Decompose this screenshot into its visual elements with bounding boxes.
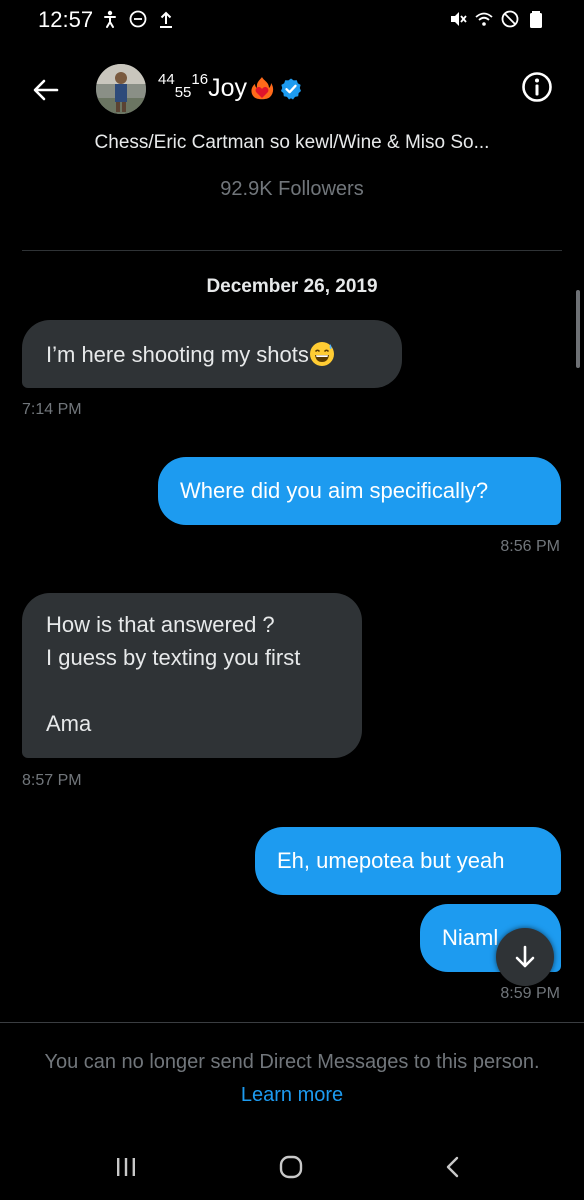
- back-nav-button[interactable]: [434, 1150, 474, 1184]
- message-timestamp: 7:14 PM: [22, 401, 82, 418]
- notice-text: You can no longer send Direct Messages t…: [44, 1051, 540, 1073]
- profile-bio: Chess/Eric Cartman so kewl/Wine & Miso S…: [94, 132, 490, 153]
- scroll-to-bottom-button[interactable]: [496, 928, 554, 986]
- blocked-icon: [501, 10, 519, 28]
- dm-restricted-notice: You can no longer send Direct Messages t…: [40, 1046, 544, 1112]
- conversation-info-button[interactable]: [520, 70, 554, 104]
- heart-on-fire-icon: [251, 76, 274, 99]
- name-part: 55: [174, 84, 192, 101]
- learn-more-link[interactable]: Learn more: [241, 1084, 343, 1106]
- message-bubble-incoming[interactable]: I’m here shooting my shots: [22, 320, 402, 388]
- dnd-icon: [129, 10, 147, 28]
- name-part: 16: [191, 71, 209, 88]
- arrow-down-icon: [515, 945, 535, 968]
- divider: [0, 1022, 584, 1023]
- scrollbar[interactable]: [576, 290, 580, 368]
- info-icon: [522, 72, 552, 102]
- status-bar: 12:57: [0, 0, 584, 40]
- recent-apps-icon: [117, 1158, 135, 1176]
- system-navigation-bar: [0, 1130, 584, 1200]
- upload-icon: [160, 11, 172, 28]
- arrow-left-icon: [33, 79, 59, 101]
- back-button[interactable]: [28, 72, 64, 108]
- grin-sweat-emoji: [309, 342, 334, 366]
- message-text: Where did you aim specifically?: [180, 478, 489, 503]
- message-timestamp: 8:57 PM: [22, 772, 82, 789]
- message-timestamp: 8:56 PM: [500, 538, 560, 555]
- divider: [22, 250, 562, 251]
- status-time: 12:57: [38, 7, 94, 32]
- name-part: Joy: [208, 74, 247, 102]
- message-text: I’m here shooting my shots: [46, 342, 309, 367]
- message-text: How is that answered ? I guess by textin…: [46, 612, 301, 736]
- avatar[interactable]: [96, 64, 146, 114]
- message-bubble-incoming[interactable]: How is that answered ? I guess by textin…: [22, 593, 362, 758]
- home-button[interactable]: [271, 1150, 311, 1184]
- wifi-icon: [475, 12, 493, 26]
- recent-apps-button[interactable]: [106, 1150, 146, 1184]
- message-bubble-outgoing[interactable]: Eh, umepotea but yeah: [255, 827, 561, 895]
- message-text: Eh, umepotea but yeah: [277, 848, 505, 873]
- verified-badge-icon: [280, 78, 301, 99]
- conversation-header: 44 55 16 Joy: [0, 62, 584, 118]
- mute-icon: [451, 12, 467, 26]
- name-part: 44: [158, 71, 175, 88]
- message-text: Niaml: [442, 925, 499, 950]
- follower-count[interactable]: 92.9K Followers: [0, 178, 584, 201]
- chevron-left-icon: [446, 1156, 459, 1178]
- message-bubble-outgoing[interactable]: Where did you aim specifically?: [158, 457, 561, 525]
- message-timestamp: 8:59 PM: [500, 985, 560, 1002]
- avatar-image: [96, 64, 146, 114]
- contact-name[interactable]: 44 55 16 Joy: [158, 71, 303, 103]
- battery-icon: [530, 11, 542, 28]
- date-separator: December 26, 2019: [206, 276, 378, 297]
- home-icon: [279, 1155, 303, 1179]
- accessibility-icon: [104, 10, 116, 28]
